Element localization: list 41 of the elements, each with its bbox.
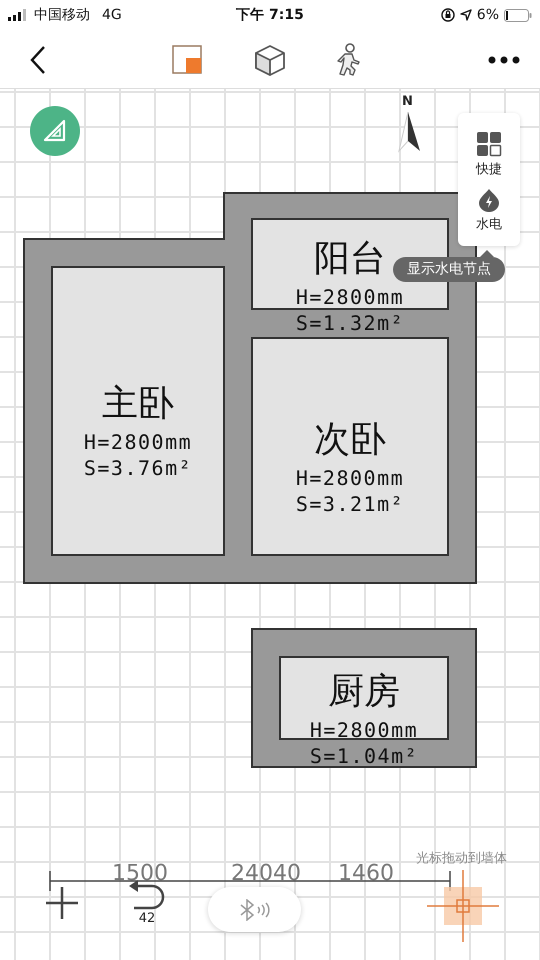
grid-icon — [476, 131, 502, 157]
signal-icon — [8, 9, 28, 21]
room-name: 阳台 — [313, 237, 387, 281]
carrier-name: 中国移动 — [34, 6, 90, 24]
undo-arrow-icon — [128, 879, 166, 911]
dimension-label: 1460 — [338, 861, 394, 886]
hint-text: 光标拖动到墙体 — [416, 850, 507, 867]
compass-label: N — [402, 94, 413, 109]
battery-icon — [504, 8, 532, 22]
tooltip: 显示水电节点 — [393, 257, 505, 282]
room-height: H=2800mm — [310, 717, 418, 743]
bluetooth-signal-icon — [238, 898, 272, 920]
back-chevron-icon — [30, 45, 46, 75]
room-height: H=2800mm — [296, 465, 404, 491]
room-height: H=2800mm — [84, 429, 192, 455]
cube-icon — [254, 44, 286, 76]
bluetooth-button[interactable] — [208, 887, 301, 932]
room-area: S=1.32m² — [296, 310, 404, 336]
ruler-button[interactable] — [30, 106, 80, 156]
compass-needle-icon — [396, 111, 422, 153]
panel-button[interactable]: 水电 — [476, 188, 502, 233]
clock-time: 下午 7:15 — [236, 7, 304, 23]
more-dots-icon — [488, 56, 520, 64]
location-arrow-icon — [460, 9, 472, 21]
rotation-lock-icon — [440, 8, 455, 22]
room-area: S=3.76m² — [84, 455, 192, 481]
room-name: 次卧 — [313, 418, 387, 462]
lightning-drop-icon — [478, 188, 500, 212]
battery-percent: 6% — [476, 7, 499, 23]
room-name: 厨房 — [327, 670, 401, 714]
crosshair-cursor-icon[interactable] — [427, 870, 499, 942]
room-name: 主卧 — [101, 382, 175, 426]
plus-icon — [45, 886, 79, 920]
room-area: S=1.04m² — [310, 743, 418, 769]
dimension-label: 24040 — [231, 861, 301, 886]
panel-button[interactable]: 快捷 — [476, 131, 502, 178]
add-button[interactable] — [44, 885, 80, 921]
room-area: S=3.21m² — [296, 491, 404, 517]
network-type: 4G — [102, 7, 122, 23]
room-height: H=2800mm — [296, 284, 404, 310]
floor-plan-icon — [172, 45, 204, 75]
